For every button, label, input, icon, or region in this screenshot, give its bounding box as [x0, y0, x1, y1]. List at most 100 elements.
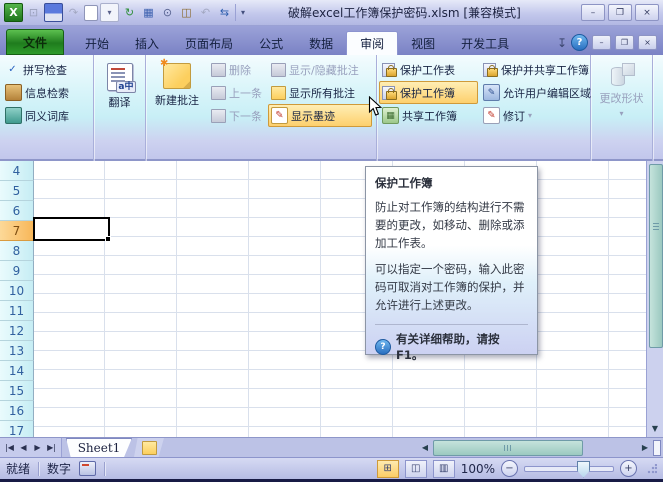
ribbon-tab[interactable]: 数据 — [296, 32, 346, 55]
mouse-cursor — [368, 96, 383, 117]
row-header[interactable]: 10 — [0, 281, 34, 301]
ribbon-tab[interactable]: 页面布局 — [172, 32, 246, 55]
calculator-icon[interactable] — [25, 4, 42, 21]
ribbon-tab[interactable]: 插入 — [122, 32, 172, 55]
show-hide-comments-icon — [271, 63, 286, 77]
delete-comment-button[interactable]: 删除 — [208, 58, 266, 81]
show-hide-comments-button[interactable]: 显示/隐藏批注 — [268, 58, 372, 81]
restore-icon[interactable]: ❐ — [608, 4, 632, 21]
scroll-left-icon[interactable]: ◀ — [419, 443, 431, 452]
sheet-tab-sheet1[interactable]: Sheet1 — [66, 438, 132, 457]
show-ink-button[interactable]: 显示墨迹 — [268, 104, 372, 127]
spell-check-button[interactable]: 拼写检查 — [2, 58, 91, 81]
vertical-scrollbar[interactable]: ▼ — [646, 161, 663, 437]
print-preview-icon[interactable] — [178, 4, 195, 21]
tab-file[interactable]: 文件 — [6, 29, 64, 55]
track-changes-button[interactable]: 修订 ▾ — [480, 104, 584, 127]
undo-icon[interactable] — [197, 4, 214, 21]
redo-icon[interactable] — [65, 4, 82, 21]
macro-record-icon[interactable] — [79, 461, 96, 476]
sheet-nav-icon[interactable]: ◀ — [17, 443, 30, 452]
zoom-level[interactable]: 100% — [461, 462, 495, 476]
page-break-view-icon[interactable]: ▥ — [433, 460, 455, 478]
tab-split-handle[interactable] — [653, 440, 661, 456]
active-cell[interactable] — [33, 217, 110, 241]
protect-share-workbook-button[interactable]: 保护并共享工作簿 — [480, 58, 584, 81]
scroll-right-icon[interactable]: ▶ — [639, 443, 651, 452]
row-header[interactable]: 4 — [0, 161, 34, 181]
copy-sheets-icon[interactable] — [121, 4, 138, 21]
sheet-nav-icon[interactable]: ▶| — [45, 443, 58, 452]
show-all-comments-icon — [271, 86, 286, 100]
ribbon-tab[interactable]: 开发工具 — [448, 32, 522, 55]
protect-sheet-button[interactable]: 保护工作表 — [379, 58, 478, 81]
tooltip-body-2: 可以指定一个密码，输入此密码可取消对工作簿的保护，并允许进行上述更改。 — [375, 261, 528, 314]
row-header[interactable]: 17 — [0, 421, 34, 437]
protect-workbook-button[interactable]: 保护工作簿 — [379, 81, 478, 104]
ribbon-tab[interactable]: 开始 — [72, 32, 122, 55]
new-comment-button[interactable]: 新建批注 — [148, 58, 206, 147]
change-shape-icon — [609, 63, 635, 87]
row-header[interactable]: 8 — [0, 241, 34, 261]
share-workbook-button[interactable]: 共享工作簿 — [379, 104, 478, 127]
row-header[interactable]: 11 — [0, 301, 34, 321]
row-headers: 456789101112131415161718 — [0, 161, 33, 437]
next-comment-button[interactable]: 下一条 — [208, 104, 266, 127]
vertical-scrollbar-thumb[interactable] — [649, 164, 663, 348]
scroll-down-icon[interactable]: ▼ — [648, 421, 662, 435]
zoom-slider[interactable] — [524, 466, 614, 472]
workbook-close-icon[interactable]: × — [638, 35, 657, 50]
tooltip-help-icon: ? — [375, 339, 391, 355]
split-icon[interactable] — [216, 4, 233, 21]
zoom-slider-handle[interactable] — [577, 461, 590, 478]
normal-view-icon[interactable]: ⊞ — [377, 460, 399, 478]
thesaurus-button[interactable]: 同义词库 — [2, 104, 91, 127]
ribbon-tab[interactable]: 视图 — [398, 32, 448, 55]
row-header[interactable]: 9 — [0, 261, 34, 281]
track-changes-dropdown-icon[interactable]: ▾ — [528, 111, 532, 120]
row-header[interactable]: 5 — [0, 181, 34, 201]
ribbon-tab[interactable]: 审阅 — [346, 31, 398, 55]
page-layout-view-icon[interactable]: ◫ — [405, 460, 427, 478]
workbook-restore-icon[interactable]: ❐ — [615, 35, 634, 50]
resize-grip[interactable] — [647, 464, 657, 474]
change-shape-button[interactable]: 更改形状 ▾ — [593, 58, 650, 147]
pin-ribbon-icon[interactable]: ↧ — [557, 36, 567, 50]
minimize-icon[interactable]: – — [581, 4, 605, 21]
row-header[interactable]: 15 — [0, 381, 34, 401]
blank-dropdown-icon[interactable] — [100, 3, 119, 22]
translate-button[interactable]: 翻译 — [96, 58, 143, 147]
spreadsheet-grid[interactable]: 456789101112131415161718 — [0, 161, 646, 437]
sheet-nav-icon[interactable]: ▶ — [31, 443, 44, 452]
ribbon-tab[interactable]: 公式 — [246, 32, 296, 55]
row-header[interactable]: 13 — [0, 341, 34, 361]
research-button[interactable]: 信息检索 — [2, 81, 91, 104]
allow-edit-ranges-button[interactable]: 允许用户编辑区域 — [480, 81, 584, 104]
insert-worksheet-button[interactable] — [134, 438, 164, 457]
qat-overflow-icon[interactable] — [235, 4, 250, 21]
protect-sheet-icon — [382, 62, 397, 77]
show-all-comments-button[interactable]: 显示所有批注 — [268, 81, 372, 104]
horizontal-scrollbar[interactable]: ◀ ▶ — [419, 438, 663, 457]
new-document-icon[interactable] — [84, 5, 98, 21]
previous-comment-button[interactable]: 上一条 — [208, 81, 266, 104]
excel-logo-icon[interactable] — [4, 3, 23, 22]
horizontal-scrollbar-thumb[interactable] — [433, 440, 583, 456]
zoom-out-button[interactable]: − — [501, 460, 518, 477]
row-header[interactable]: 6 — [0, 201, 34, 221]
row-header[interactable]: 12 — [0, 321, 34, 341]
row-header[interactable]: 7 — [0, 221, 34, 241]
sheet-nav-icon[interactable]: |◀ — [3, 443, 16, 452]
row-header[interactable]: 16 — [0, 401, 34, 421]
ribbon: 拼写检查 信息检索 同义词库 校对 翻译 语言 新建批注 — [0, 55, 663, 161]
insert-table-icon[interactable] — [140, 4, 157, 21]
workbook-minimize-icon[interactable]: – — [592, 35, 611, 50]
find-sheet-icon[interactable] — [159, 4, 176, 21]
previous-comment-icon — [211, 86, 226, 100]
next-comment-icon — [211, 109, 226, 123]
zoom-in-button[interactable]: + — [620, 460, 637, 477]
close-icon[interactable]: × — [635, 4, 659, 21]
help-icon[interactable]: ? — [571, 34, 588, 51]
row-header[interactable]: 14 — [0, 361, 34, 381]
save-icon[interactable] — [44, 3, 63, 22]
